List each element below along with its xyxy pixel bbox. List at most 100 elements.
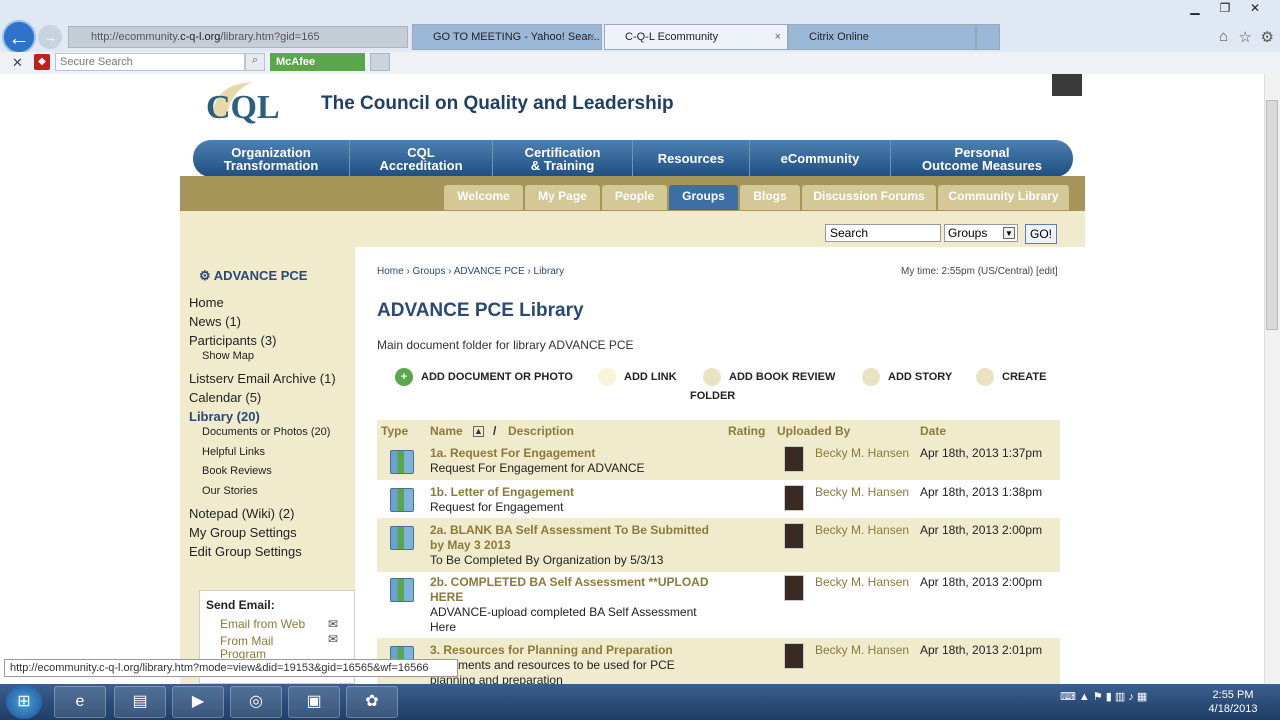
sidebar-item-participants[interactable]: Participants (3)	[189, 333, 276, 348]
document-icon	[390, 526, 414, 550]
create-folder-button[interactable]: CREATE	[976, 368, 1046, 386]
row-name-link[interactable]: 3. Resources for Planning and Preparatio…	[430, 643, 710, 658]
row-uploader[interactable]: Becky M. Hansen	[815, 485, 909, 499]
add-book-review-button[interactable]: ADD BOOK REVIEW	[703, 368, 835, 386]
nav-resources[interactable]: Resources	[633, 140, 750, 177]
search-scope-select[interactable]: ▼ Groups	[944, 224, 1018, 242]
subnav-my-page[interactable]: My Page	[525, 185, 600, 210]
col-rating[interactable]: Rating	[728, 424, 765, 438]
row-uploader[interactable]: Becky M. Hansen	[815, 643, 909, 657]
col-name[interactable]: Name	[430, 424, 463, 438]
col-date[interactable]: Date	[920, 424, 946, 438]
col-description[interactable]: Description	[508, 424, 574, 438]
row-uploader[interactable]: Becky M. Hansen	[815, 523, 909, 537]
cql-logo[interactable]: CQL	[204, 78, 304, 126]
document-icon	[390, 488, 414, 512]
row-name-link[interactable]: 2a. BLANK BA Self Assessment To Be Submi…	[430, 523, 710, 553]
start-button[interactable]: ⊞	[6, 685, 42, 719]
sort-icon[interactable]: ▲	[473, 426, 484, 437]
email-from-web-link[interactable]: Email from Web	[220, 617, 305, 631]
home-icon[interactable]: ⌂	[1219, 28, 1228, 45]
sidebar-item-library[interactable]: Library (20)	[189, 409, 260, 424]
sidebar-group-title[interactable]: ⚙ ADVANCE PCE	[199, 268, 307, 284]
plus-icon: +	[395, 368, 413, 386]
book-icon	[703, 368, 721, 386]
forward-button[interactable]: →	[38, 25, 62, 49]
tab-yahoo-search[interactable]: GO TO MEETING - Yahoo! Sear... ×	[412, 24, 602, 50]
subnav-community-library[interactable]: Community Library	[938, 185, 1069, 210]
add-document-button[interactable]: + ADD DOCUMENT OR PHOTO	[395, 368, 573, 386]
new-tab-button[interactable]	[976, 24, 1000, 50]
sidebar-item-notepad[interactable]: Notepad (Wiki) (2)	[189, 506, 294, 521]
sidebar-item-news[interactable]: News (1)	[189, 314, 241, 329]
favorites-star-icon[interactable]: ☆	[1239, 28, 1252, 46]
row-name-link[interactable]: 1a. Request For Engagement	[430, 446, 710, 461]
toolbar-extra-button[interactable]	[370, 53, 390, 71]
row-uploader[interactable]: Becky M. Hansen	[815, 575, 909, 589]
nav-personal-outcome-measures[interactable]: Personal Outcome Measures	[891, 140, 1073, 177]
network-taskbar-icon[interactable]: ▣	[288, 686, 340, 718]
restore-icon[interactable]: ❐	[1210, 0, 1240, 16]
avatar[interactable]	[784, 446, 804, 472]
subnav-welcome[interactable]: Welcome	[444, 185, 523, 210]
avatar[interactable]	[784, 575, 804, 601]
media-taskbar-icon[interactable]: ▶	[172, 686, 224, 718]
secure-search-button[interactable]: ⌕	[245, 53, 265, 71]
search-input[interactable]: Search	[825, 224, 941, 242]
sidebar-item-show-map[interactable]: Show Map	[202, 350, 254, 362]
breadcrumb[interactable]: Home › Groups › ADVANCE PCE › Library	[377, 266, 564, 277]
app-taskbar-icon[interactable]: ◎	[230, 686, 282, 718]
nav-organization-transformation[interactable]: Organization Transformation	[193, 140, 350, 177]
avatar[interactable]	[784, 485, 804, 511]
gotomeeting-taskbar-icon[interactable]: ✿	[346, 686, 398, 718]
sidebar-item-listserv[interactable]: Listserv Email Archive (1)	[189, 371, 336, 386]
add-link-button[interactable]: ADD LINK	[598, 368, 677, 386]
row-name-link[interactable]: 2b. COMPLETED BA Self Assessment **UPLOA…	[430, 575, 710, 605]
secure-search-input[interactable]: Secure Search	[55, 53, 245, 71]
subnav-discussion-forums[interactable]: Discussion Forums	[802, 185, 936, 210]
subnav-blogs[interactable]: Blogs	[740, 185, 800, 210]
tab-cql-ecommunity[interactable]: C-Q-L Ecommunity ×	[604, 24, 788, 50]
minimize-icon[interactable]: ▁	[1180, 0, 1210, 16]
subnav-groups[interactable]: Groups	[669, 185, 738, 210]
avatar[interactable]	[784, 523, 804, 549]
tab-close-icon[interactable]: ×	[589, 25, 595, 49]
create-folder-label-wrap[interactable]: FOLDER	[690, 390, 735, 402]
sidebar-item-our-stories[interactable]: Our Stories	[202, 485, 258, 497]
subnav-people[interactable]: People	[602, 185, 667, 210]
sidebar-item-book-reviews[interactable]: Book Reviews	[202, 465, 272, 477]
row-date: Apr 18th, 2013 2:00pm	[920, 523, 1043, 537]
avatar[interactable]	[784, 643, 804, 669]
add-story-button[interactable]: ADD STORY	[862, 368, 952, 386]
scrollbar-thumb[interactable]	[1266, 100, 1278, 330]
mcafee-button[interactable]: McAfee	[270, 53, 365, 71]
taskbar-clock[interactable]: 2:55 PM 4/18/2013	[1205, 688, 1261, 716]
sidebar-item-edit-group-settings[interactable]: Edit Group Settings	[189, 544, 302, 559]
nav-cql-accreditation[interactable]: CQL Accreditation	[350, 140, 493, 177]
col-uploaded-by[interactable]: Uploaded By	[777, 424, 850, 438]
ie-taskbar-icon[interactable]: e	[54, 686, 106, 718]
nav-certification-training[interactable]: Certification & Training	[493, 140, 633, 177]
user-avatar[interactable]	[1052, 74, 1082, 96]
sidebar-item-calendar[interactable]: Calendar (5)	[189, 390, 261, 405]
tab-close-icon[interactable]: ×	[775, 25, 781, 49]
explorer-taskbar-icon[interactable]: ▤	[114, 686, 166, 718]
system-tray[interactable]: ⌨ ▲ ⚑ ▮ ▥ ♪ ▦	[1060, 690, 1147, 703]
svg-text:CQL: CQL	[206, 89, 280, 126]
sidebar-item-my-group-settings[interactable]: My Group Settings	[189, 525, 297, 540]
address-bar[interactable]: http://ecommunity.c-q-l.org/library.htm?…	[68, 26, 408, 48]
send-email-title: Send Email:	[206, 598, 275, 612]
close-toolbar-icon[interactable]: ✕	[12, 55, 23, 71]
sidebar-item-helpful-links[interactable]: Helpful Links	[202, 446, 265, 458]
sidebar-item-home[interactable]: Home	[189, 295, 224, 310]
row-uploader[interactable]: Becky M. Hansen	[815, 446, 909, 460]
email-from-mail-program-link[interactable]: From Mail Program	[220, 635, 273, 661]
row-name-link[interactable]: 1b. Letter of Engagement	[430, 485, 710, 500]
nav-ecommunity[interactable]: eCommunity	[750, 140, 891, 177]
close-icon[interactable]: ✕	[1240, 0, 1270, 16]
gear-icon[interactable]: ⚙	[1261, 28, 1274, 46]
search-go-button[interactable]: GO!	[1025, 224, 1057, 244]
tab-citrix-online[interactable]: Citrix Online	[788, 24, 976, 50]
back-button[interactable]: ←	[2, 20, 36, 54]
sidebar-item-documents[interactable]: Documents or Photos (20)	[202, 426, 330, 438]
